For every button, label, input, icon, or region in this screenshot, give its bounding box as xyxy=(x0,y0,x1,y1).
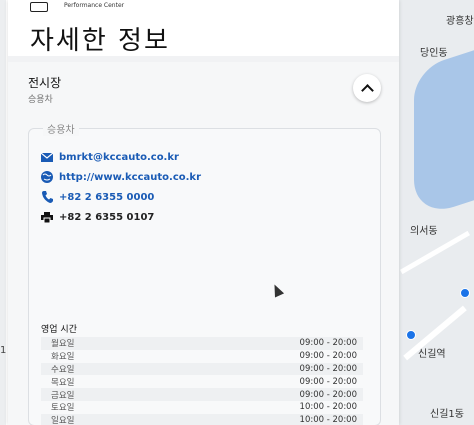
hours-time: 09:00 - 20:00 xyxy=(299,338,357,349)
hours-time: 09:00 - 20:00 xyxy=(299,351,357,362)
hours-row: 금요일 09:00 - 20:00 xyxy=(41,388,363,401)
hours-row: 수요일 09:00 - 20:00 xyxy=(41,362,363,376)
hours-row: 토요일 10:00 - 20:00 xyxy=(41,401,363,414)
day-label: 토요일 xyxy=(51,403,75,414)
section-title: 전시장 xyxy=(28,76,62,90)
contact-card: 승용차 bmrkt@kccauto.co.kr http://www.kccau… xyxy=(28,121,381,425)
hours-row: 목요일 09:00 - 20:00 xyxy=(41,375,363,388)
map-view[interactable]: 광흥창 당인동 의서동 신길역 신길1동 xyxy=(396,0,474,425)
day-label: 수요일 xyxy=(51,364,75,375)
collapse-button[interactable] xyxy=(353,74,381,102)
map-label: 당인동 xyxy=(420,48,448,59)
page-title: 자세한 정보 xyxy=(30,26,170,56)
hours-time: 09:00 - 20:00 xyxy=(299,363,357,374)
website-link[interactable]: http://www.kccauto.co.kr xyxy=(59,172,201,183)
fax-number: +82 2 6355 0107 xyxy=(59,211,155,223)
showroom-section: 전시장 승용차 승용차 bmrkt@kccauto.co.kr http://w… xyxy=(8,62,399,425)
fax-row: +82 2 6355 0107 xyxy=(41,209,154,225)
logo-text: Performance Center xyxy=(64,2,125,9)
section-subtitle: 승용차 xyxy=(28,95,53,105)
hours-row: 월요일 09:00 - 20:00 xyxy=(41,337,363,350)
map-pin-icon[interactable] xyxy=(460,288,470,298)
globe-icon xyxy=(41,171,53,183)
map-pin-icon[interactable] xyxy=(406,330,416,340)
card-legend: 승용차 xyxy=(43,121,79,136)
hours-row: 일요일 10:00 - 20:00 xyxy=(41,413,363,425)
map-left-edge: 1 xyxy=(0,0,6,425)
map-label: 신길1동 xyxy=(430,409,464,420)
hours-time: 10:00 - 20:00 xyxy=(299,415,357,425)
hours-time: 09:00 - 20:00 xyxy=(299,376,357,387)
chevron-up-icon xyxy=(360,83,374,97)
email-link[interactable]: bmrkt@kccauto.co.kr xyxy=(59,152,179,163)
car-logo-icon xyxy=(30,2,48,12)
map-label: 광흥창 xyxy=(446,16,474,27)
hours-time: 09:00 - 20:00 xyxy=(299,389,357,400)
map-label: 의서동 xyxy=(410,226,438,237)
email-row[interactable]: bmrkt@kccauto.co.kr xyxy=(41,149,179,165)
hours-row: 화요일 09:00 - 20:00 xyxy=(41,350,363,363)
map-road xyxy=(399,230,471,275)
printer-icon xyxy=(41,211,53,223)
phone-row[interactable]: +82 2 6355 0000 xyxy=(41,189,154,205)
map-label: 1 xyxy=(0,345,7,356)
hours-time: 10:00 - 20:00 xyxy=(299,402,357,413)
detail-panel: Performance Center 자세한 정보 전시장 승용차 승용차 bm… xyxy=(8,0,399,425)
map-label: 신길역 xyxy=(418,349,446,360)
day-label: 화요일 xyxy=(51,352,75,363)
website-row[interactable]: http://www.kccauto.co.kr xyxy=(41,169,201,185)
day-label: 월요일 xyxy=(51,339,75,350)
day-label: 금요일 xyxy=(51,390,75,401)
river-area xyxy=(414,50,474,220)
business-hours-title: 영업 시간 xyxy=(41,325,77,335)
phone-link[interactable]: +82 2 6355 0000 xyxy=(59,192,154,203)
day-label: 일요일 xyxy=(51,416,75,425)
day-label: 목요일 xyxy=(51,377,75,388)
phone-icon xyxy=(41,191,53,203)
brand-header: Performance Center xyxy=(8,0,399,14)
business-hours-table: 월요일 09:00 - 20:00 화요일 09:00 - 20:00 수요일 09:… xyxy=(41,337,363,425)
mail-icon xyxy=(41,151,53,163)
